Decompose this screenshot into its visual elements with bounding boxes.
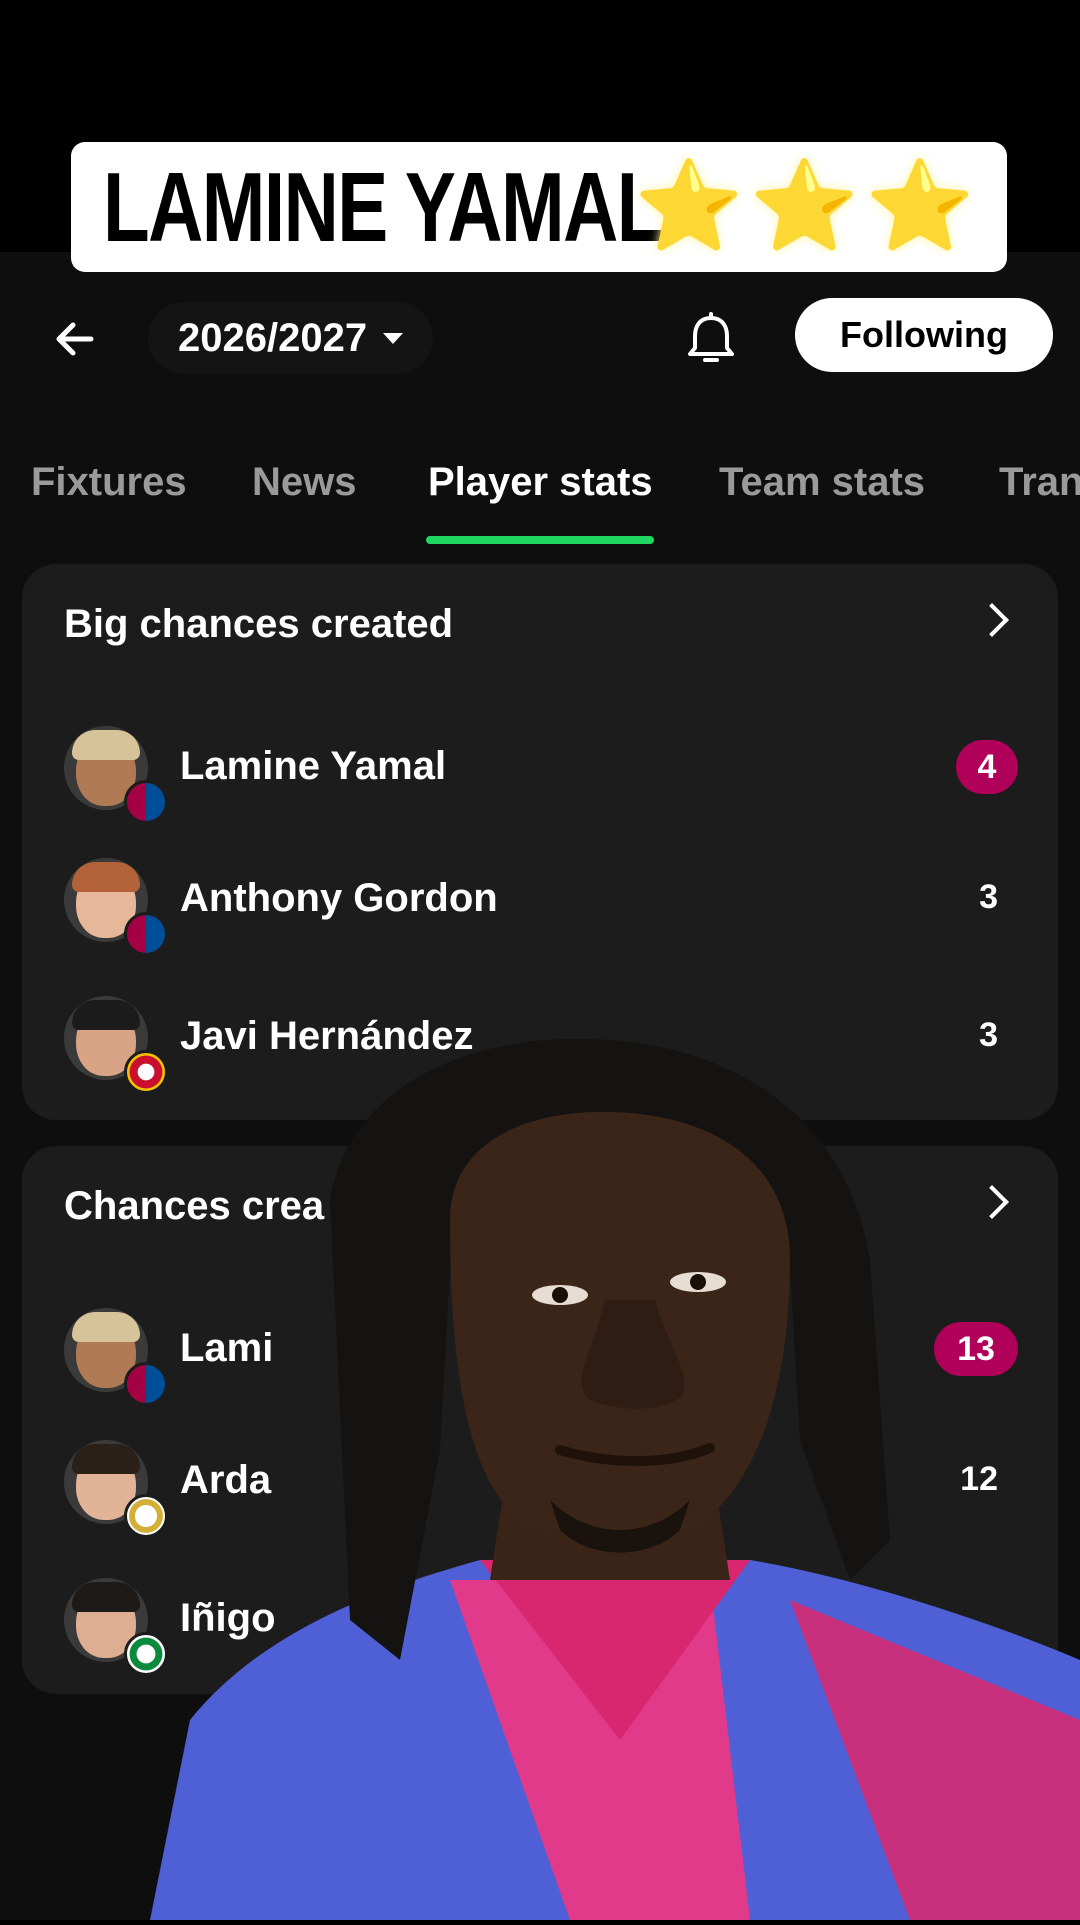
player-name: Anthony Gordon [180,876,498,920]
avatar [64,1308,168,1406]
chevron-right-icon[interactable] [975,603,1009,637]
following-button[interactable]: Following [795,298,1053,372]
card-title: Big chances created [64,602,454,646]
tab-team-stats[interactable]: Team stats [719,460,925,505]
bell-icon[interactable] [682,310,740,370]
avatar [64,1578,168,1676]
player-name: Lamine Yamal [180,744,447,788]
star-icon: ⭐ [749,156,860,255]
star-icon: ⭐ [865,156,975,255]
season-selector[interactable]: 2026/2027 [148,302,434,374]
club-badge-icon [124,780,168,824]
avatar [64,858,168,956]
stat-value: 3 [979,878,998,916]
avatar [64,1440,168,1538]
star-icon: ⭐ [634,156,744,255]
tab-transfers[interactable]: Tran [999,460,1080,505]
chevron-down-icon [383,332,404,344]
club-badge-icon [124,912,168,956]
tab-bar: Fixtures News Player stats Team stats Tr… [0,452,1080,542]
active-tab-indicator [426,536,654,544]
caption-banner: LAMINE YAMAL ⭐ ⭐ ⭐ [71,142,1007,272]
tab-player-stats[interactable]: Player stats [428,460,653,505]
back-arrow-icon[interactable] [48,312,102,366]
list-item[interactable]: Lamine Yamal 4 [22,708,1058,828]
list-item[interactable]: Anthony Gordon 3 [22,840,1058,960]
tab-news[interactable]: News [252,460,357,505]
season-label: 2026/2027 [178,315,368,360]
top-bar: 2026/2027 Following [0,252,1080,412]
avatar [64,996,168,1094]
stat-value-badge: 4 [956,740,1018,794]
caption-title: LAMINE YAMAL [103,151,663,262]
presenter-overlay [150,1020,1080,1920]
caption-stars: ⭐ ⭐ ⭐ [634,158,975,254]
avatar [64,726,168,824]
tab-fixtures[interactable]: Fixtures [31,460,187,505]
